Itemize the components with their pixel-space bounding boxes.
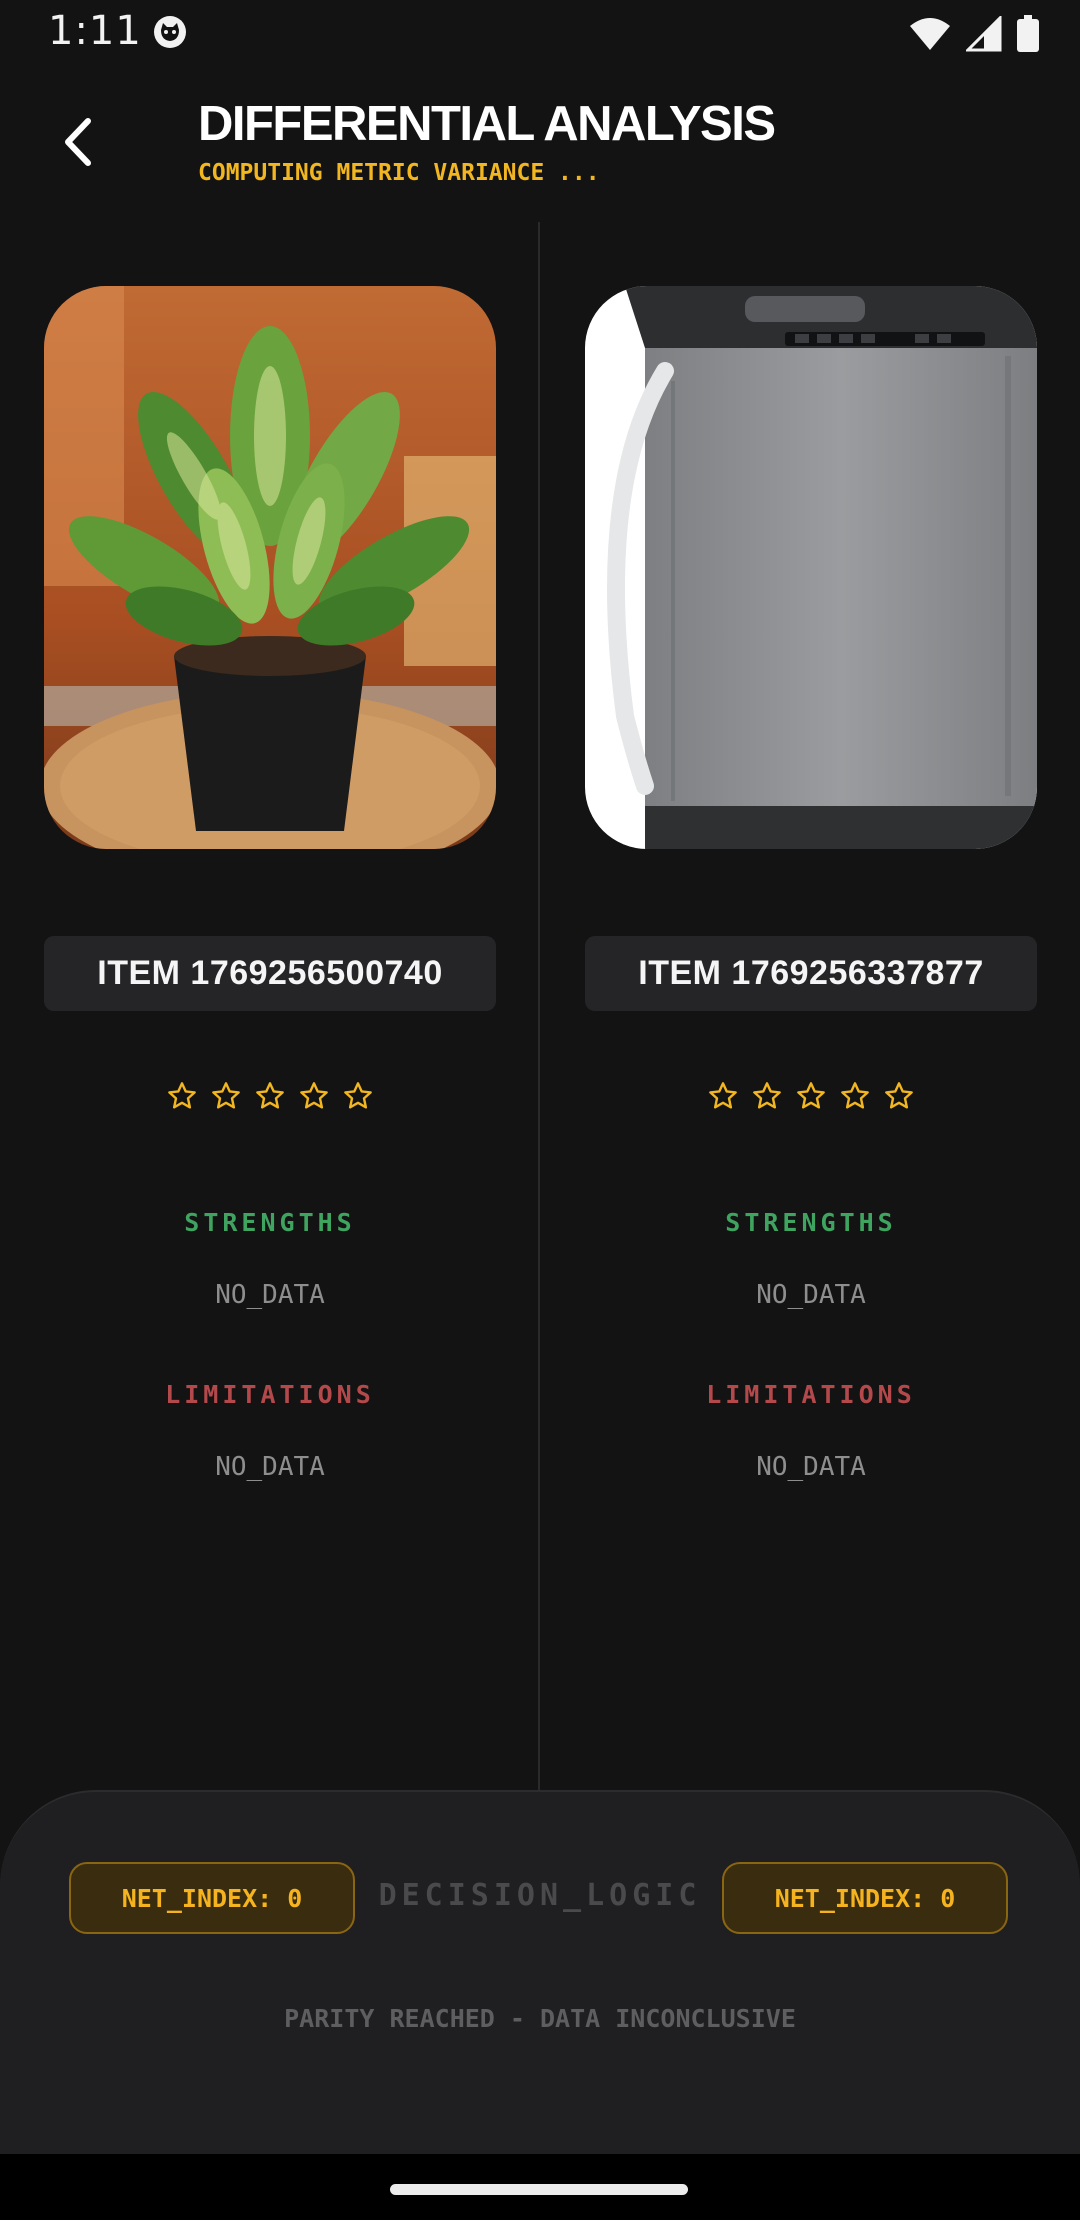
washing-machine-icon — [585, 286, 1037, 849]
item-name: ITEM 1769256337877 — [638, 954, 984, 992]
potted-plant-icon — [44, 286, 496, 849]
strengths-value: NO_DATA — [215, 1280, 325, 1310]
net-index-badge-left: NET_INDEX: 0 — [69, 1862, 355, 1934]
limitations-value: NO_DATA — [215, 1452, 325, 1482]
page-title: DIFFERENTIAL ANALYSIS — [198, 97, 776, 151]
chevron-left-icon — [65, 118, 91, 166]
star-outline-icon[interactable] — [342, 1080, 374, 1112]
system-nav-bar — [0, 2154, 1080, 2220]
star-rating[interactable] — [44, 1080, 496, 1112]
app-notification-icon — [154, 16, 186, 48]
status-icons — [908, 14, 1040, 54]
star-outline-icon[interactable] — [298, 1080, 330, 1112]
limitations-value: NO_DATA — [756, 1452, 866, 1482]
item-name-chip: ITEM 1769256500740 — [44, 936, 496, 1011]
strengths-value: NO_DATA — [756, 1280, 866, 1310]
wifi-icon — [910, 18, 950, 50]
status-time: 1:11 — [48, 8, 142, 54]
item-name-chip: ITEM 1769256337877 — [585, 936, 1037, 1011]
limitations-label: LIMITATIONS — [165, 1380, 375, 1409]
net-index-value: NET_INDEX: 0 — [774, 1883, 956, 1913]
status-bar: 1:11 — [0, 0, 1080, 66]
home-indicator[interactable] — [390, 2184, 688, 2195]
column-divider — [538, 222, 540, 1792]
star-outline-icon[interactable] — [254, 1080, 286, 1112]
limitations-label: LIMITATIONS — [706, 1380, 916, 1409]
battery-icon — [1017, 15, 1039, 52]
star-outline-icon[interactable] — [883, 1080, 915, 1112]
strengths-label: STRENGTHS — [184, 1208, 356, 1237]
star-rating[interactable] — [585, 1080, 1037, 1112]
signal-icon — [966, 16, 1002, 52]
star-outline-icon[interactable] — [839, 1080, 871, 1112]
star-outline-icon[interactable] — [166, 1080, 198, 1112]
net-index-value: NET_INDEX: 0 — [121, 1883, 303, 1913]
star-outline-icon[interactable] — [210, 1080, 242, 1112]
decision-result-text: PARITY REACHED - DATA INCONCLUSIVE — [284, 2004, 796, 2033]
star-outline-icon[interactable] — [707, 1080, 739, 1112]
item-column-right: ITEM 1769256337877 STRENGTHS NO_DATA LIM… — [585, 222, 1037, 1792]
star-outline-icon[interactable] — [795, 1080, 827, 1112]
decision-logic-label: DECISION_LOGIC — [378, 1878, 702, 1913]
item-column-left: ITEM 1769256500740 STRENGTHS NO_DATA LIM… — [44, 222, 496, 1792]
decision-panel: NET_INDEX: 0 DECISION_LOGIC NET_INDEX: 0… — [0, 1790, 1080, 2154]
star-outline-icon[interactable] — [751, 1080, 783, 1112]
product-image-plant[interactable] — [44, 286, 496, 849]
page-subtitle: COMPUTING METRIC VARIANCE ... — [198, 160, 600, 186]
strengths-label: STRENGTHS — [725, 1208, 897, 1237]
screen: 1:11 DIFFERENTIAL ANALYSIS COMPUTING MET… — [0, 0, 1080, 2220]
item-name: ITEM 1769256500740 — [97, 954, 443, 992]
net-index-badge-right: NET_INDEX: 0 — [722, 1862, 1008, 1934]
product-image-washing-machine[interactable] — [585, 286, 1037, 849]
back-button[interactable] — [50, 112, 104, 172]
